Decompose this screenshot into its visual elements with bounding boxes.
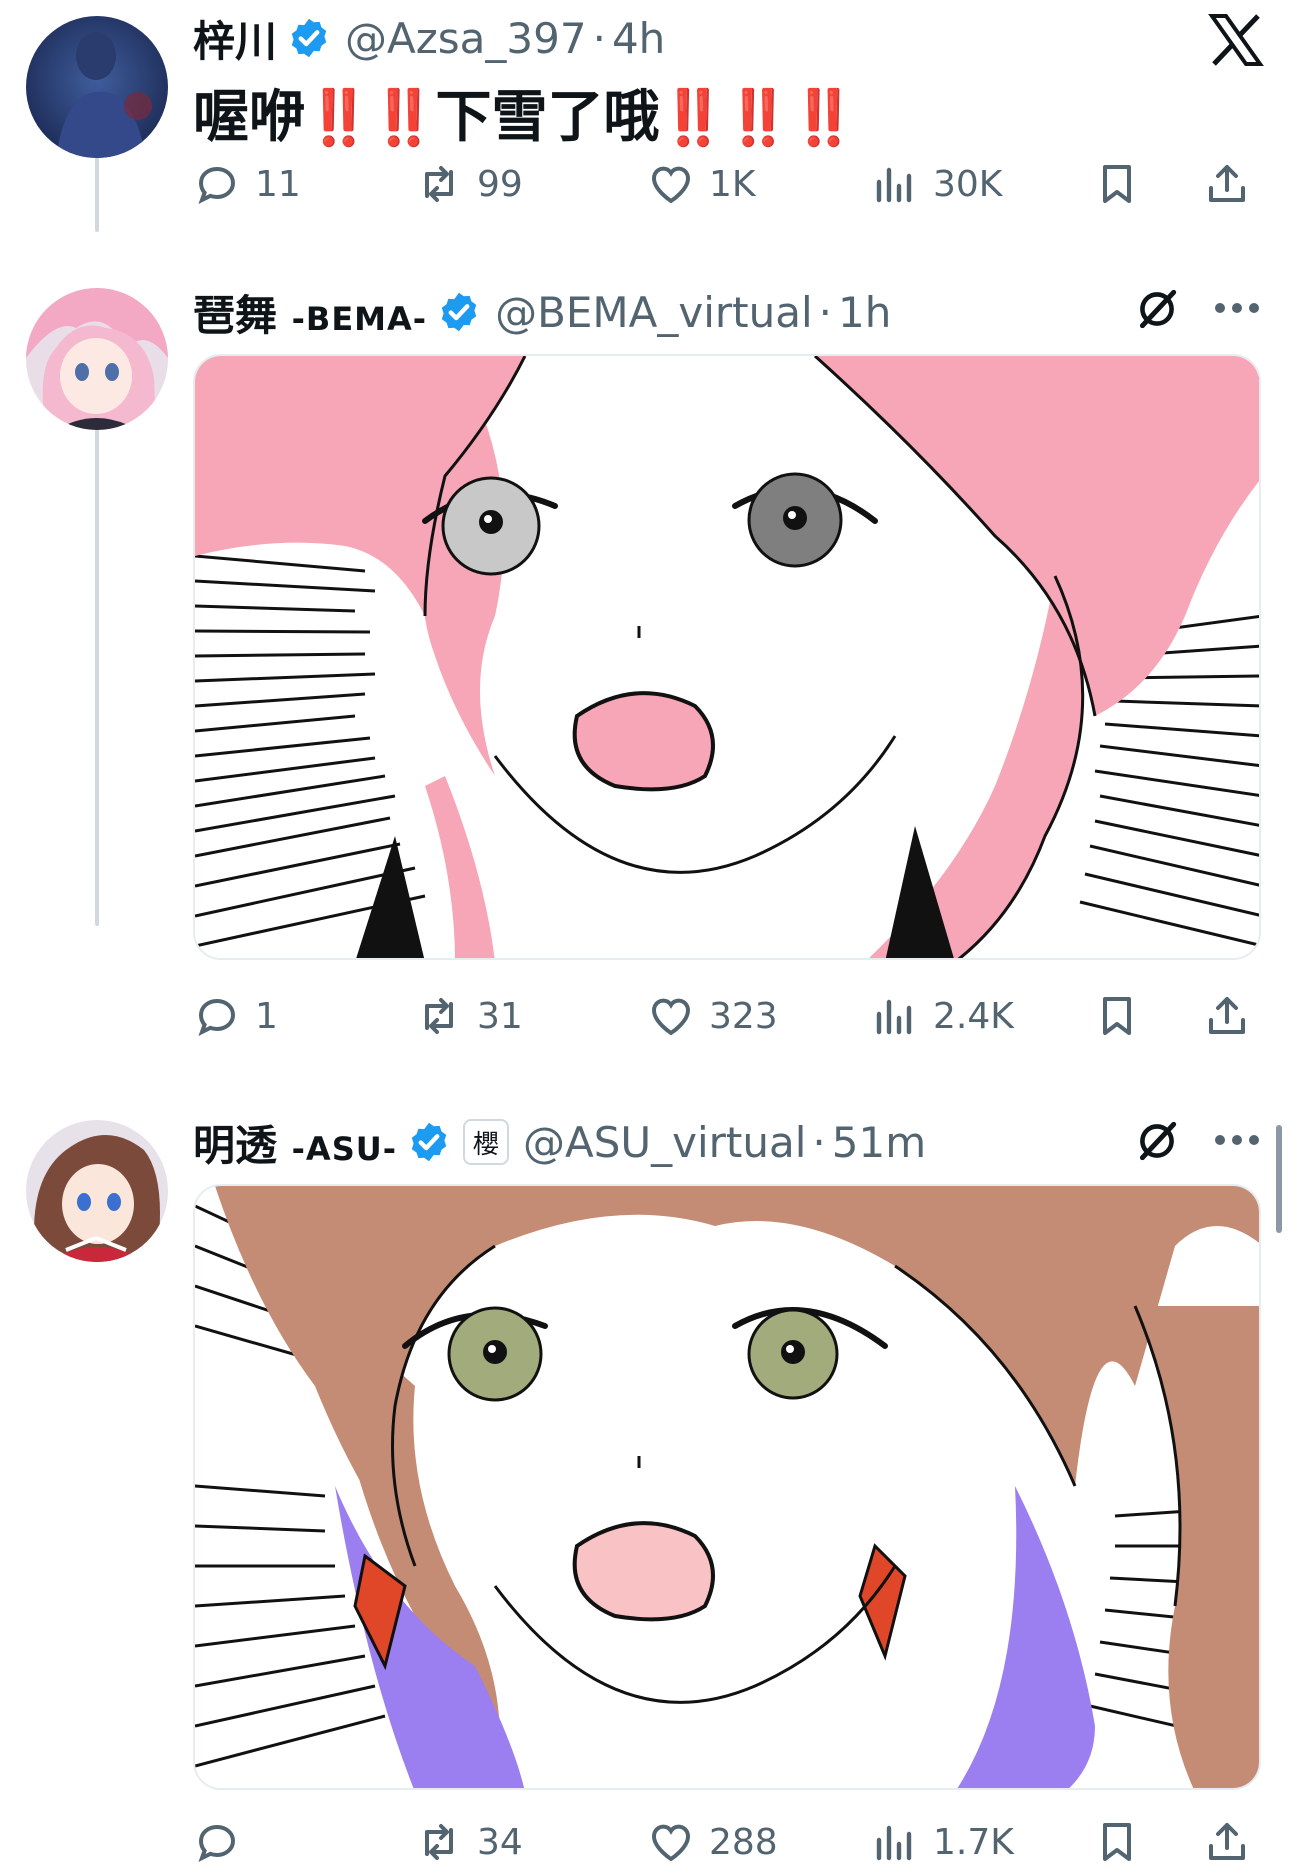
heart-icon bbox=[651, 998, 691, 1036]
reply-icon bbox=[198, 998, 236, 1037]
verified-badge-icon bbox=[291, 18, 327, 58]
reply-count: 11 bbox=[255, 163, 301, 205]
handle[interactable]: @Azsa_397 bbox=[345, 14, 587, 63]
views-chart-icon bbox=[876, 999, 912, 1035]
reply-button[interactable]: 1 bbox=[193, 986, 278, 1046]
grok-icon[interactable] bbox=[1132, 1116, 1182, 1166]
avatar[interactable] bbox=[26, 288, 168, 430]
tweet-header: 梓川 @Azsa_397 · 4h bbox=[193, 8, 665, 68]
bookmark-button[interactable] bbox=[1093, 986, 1141, 1046]
grok-icon[interactable] bbox=[1132, 284, 1182, 334]
display-name-text: 明透 bbox=[193, 1120, 278, 1170]
thread-connector bbox=[95, 364, 99, 926]
double-exclamation-emoji: ‼️‼️ bbox=[305, 86, 437, 149]
affiliation-badge[interactable]: 櫻 bbox=[463, 1119, 509, 1165]
display-name[interactable]: 明透 -ASU- bbox=[193, 1112, 397, 1173]
repost-icon bbox=[425, 998, 453, 1034]
reply-icon bbox=[198, 1824, 236, 1863]
separator: · bbox=[812, 1117, 826, 1167]
heart-icon bbox=[651, 166, 691, 204]
more-options-icon[interactable] bbox=[1212, 1130, 1262, 1150]
like-button[interactable]: 323 bbox=[647, 986, 778, 1046]
verified-badge-icon bbox=[411, 1122, 447, 1162]
display-name[interactable]: 梓川 bbox=[193, 8, 277, 69]
display-name[interactable]: 琶舞 -BEMA- bbox=[193, 282, 427, 343]
handle[interactable]: @ASU_virtual bbox=[523, 1118, 806, 1167]
bookmark-icon bbox=[1103, 165, 1131, 203]
tweet-actions: 1 31 323 2.4K bbox=[193, 986, 1261, 1046]
handle[interactable]: @BEMA_virtual bbox=[495, 288, 813, 337]
share-button[interactable] bbox=[1203, 1812, 1251, 1872]
reply-icon bbox=[198, 166, 236, 205]
avatar[interactable] bbox=[26, 16, 168, 158]
tweet-text-part: 喔咿 bbox=[193, 85, 305, 150]
like-button[interactable]: 288 bbox=[647, 1812, 778, 1872]
tweet-text-part: 下雪了哦 bbox=[435, 85, 660, 150]
view-count: 1.7K bbox=[933, 1821, 1014, 1863]
tweet-header: 琶舞 -BEMA- @BEMA_virtual · 1h bbox=[193, 282, 891, 342]
repost-button[interactable]: 34 bbox=[415, 1812, 523, 1872]
share-button[interactable] bbox=[1203, 154, 1251, 214]
share-icon bbox=[1209, 1823, 1245, 1860]
repost-count: 34 bbox=[477, 1821, 523, 1863]
like-count: 323 bbox=[709, 995, 778, 1037]
avatar[interactable] bbox=[26, 1120, 168, 1262]
like-button[interactable]: 1K bbox=[647, 154, 756, 214]
display-name-tag: -BEMA- bbox=[291, 299, 428, 338]
timestamp[interactable]: 51m bbox=[832, 1118, 926, 1167]
share-icon bbox=[1209, 165, 1245, 202]
more-options-icon[interactable] bbox=[1212, 298, 1262, 318]
views-button[interactable]: 30K bbox=[871, 154, 1002, 214]
tweet-header: 明透 -ASU- 櫻 @ASU_virtual · 51m bbox=[193, 1112, 926, 1172]
double-exclamation-emoji: ‼️‼️‼️ bbox=[659, 86, 857, 149]
timestamp[interactable]: 4h bbox=[612, 14, 665, 63]
views-button[interactable]: 2.4K bbox=[871, 986, 1014, 1046]
x-logo-icon[interactable] bbox=[1208, 14, 1264, 66]
repost-icon bbox=[425, 166, 453, 202]
share-icon bbox=[1209, 997, 1245, 1034]
separator: · bbox=[592, 13, 606, 63]
repost-count: 31 bbox=[477, 995, 523, 1037]
view-count: 30K bbox=[933, 163, 1003, 205]
bookmark-icon bbox=[1103, 997, 1131, 1035]
timestamp[interactable]: 1h bbox=[838, 288, 891, 337]
scrollbar[interactable] bbox=[1276, 1125, 1282, 1233]
tweet-media-image[interactable] bbox=[193, 1184, 1261, 1790]
tweet-text: 喔咿‼️‼️下雪了哦‼️‼️‼️ bbox=[193, 72, 857, 153]
share-button[interactable] bbox=[1203, 986, 1251, 1046]
reply-button[interactable] bbox=[193, 1812, 255, 1872]
views-chart-icon bbox=[876, 167, 912, 203]
view-count: 2.4K bbox=[933, 995, 1014, 1037]
like-count: 288 bbox=[709, 1821, 778, 1863]
display-name-text: 琶舞 bbox=[193, 290, 278, 340]
reply-count: 1 bbox=[255, 995, 278, 1037]
tweet-media-image[interactable] bbox=[193, 354, 1261, 960]
tweet-actions: 11 99 1K 30K bbox=[193, 154, 1261, 214]
repost-count: 99 bbox=[477, 163, 523, 205]
separator: · bbox=[818, 287, 833, 337]
display-name-tag: -ASU- bbox=[291, 1129, 397, 1168]
repost-button[interactable]: 99 bbox=[415, 154, 523, 214]
views-chart-icon bbox=[876, 1825, 912, 1861]
repost-button[interactable]: 31 bbox=[415, 986, 523, 1046]
tweet-actions: 34 288 1.7K bbox=[193, 1812, 1261, 1872]
bookmark-icon bbox=[1103, 1823, 1131, 1861]
bookmark-button[interactable] bbox=[1093, 154, 1141, 214]
reply-button[interactable]: 11 bbox=[193, 154, 301, 214]
views-button[interactable]: 1.7K bbox=[871, 1812, 1014, 1872]
repost-icon bbox=[425, 1824, 453, 1860]
verified-badge-icon bbox=[441, 292, 477, 332]
heart-icon bbox=[651, 1824, 691, 1862]
bookmark-button[interactable] bbox=[1093, 1812, 1141, 1872]
like-count: 1K bbox=[709, 163, 756, 205]
